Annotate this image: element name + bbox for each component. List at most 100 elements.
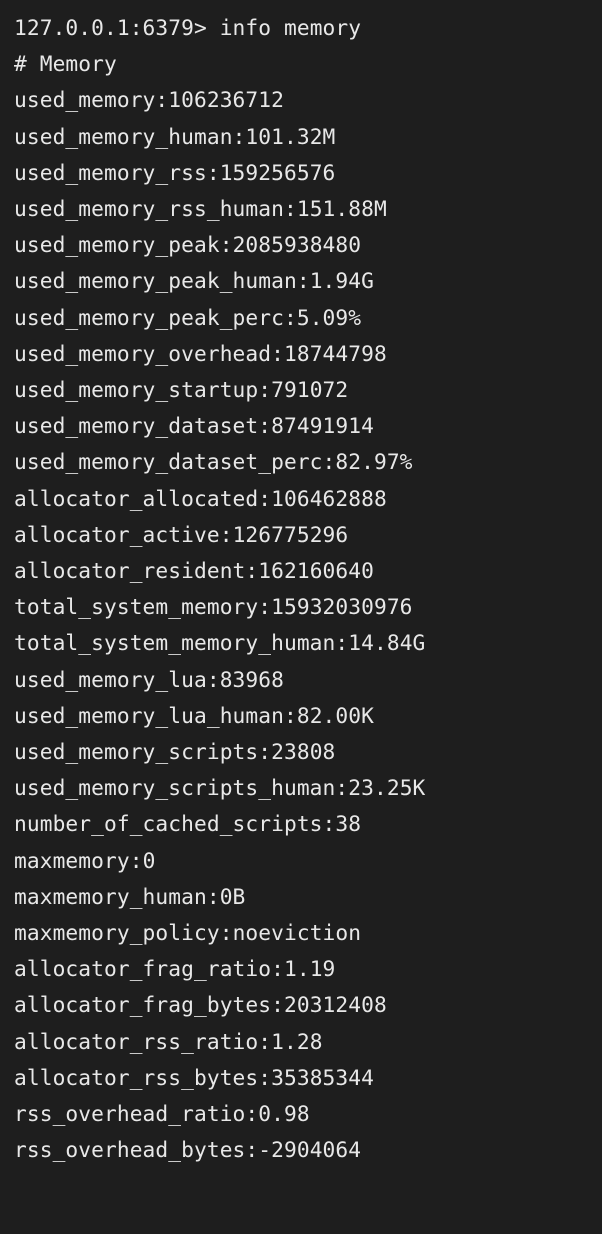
metric-line: used_memory_dataset:87491914 (14, 408, 588, 444)
metric-line: used_memory_peak_human:1.94G (14, 263, 588, 299)
metric-line: rss_overhead_bytes:-2904064 (14, 1132, 588, 1168)
metric-line: used_memory_dataset_perc:82.97% (14, 444, 588, 480)
metric-value: 0B (220, 884, 246, 909)
metric-value: 18744798 (284, 341, 387, 366)
metric-separator: : (335, 775, 348, 800)
metric-separator: : (258, 377, 271, 402)
metric-key: used_memory (14, 87, 155, 112)
metric-line: maxmemory_human:0B (14, 879, 588, 915)
metric-key: used_memory_rss_human (14, 196, 284, 221)
metric-separator: : (155, 87, 168, 112)
metric-line: total_system_memory:15932030976 (14, 589, 588, 625)
metric-separator: : (284, 305, 297, 330)
metric-separator: : (207, 884, 220, 909)
metric-line: used_memory_lua:83968 (14, 662, 588, 698)
metric-separator: : (258, 594, 271, 619)
metric-key: allocator_allocated (14, 486, 258, 511)
metric-line: used_memory:106236712 (14, 82, 588, 118)
metric-key: used_memory_dataset_perc (14, 449, 323, 474)
metric-value: 82.97% (335, 449, 412, 474)
metric-key: used_memory_peak_perc (14, 305, 284, 330)
metric-line: used_memory_scripts_human:23.25K (14, 770, 588, 806)
metric-separator: : (284, 196, 297, 221)
metric-separator: : (271, 992, 284, 1017)
metric-line: allocator_frag_bytes:20312408 (14, 987, 588, 1023)
metric-value: 14.84G (348, 630, 425, 655)
metric-key: maxmemory_human (14, 884, 207, 909)
metric-value: 101.32M (245, 124, 335, 149)
metric-line: used_memory_peak:2085938480 (14, 227, 588, 263)
metric-key: number_of_cached_scripts (14, 811, 323, 836)
metric-key: used_memory_peak_human (14, 268, 297, 293)
metric-line: allocator_frag_ratio:1.19 (14, 951, 588, 987)
metric-separator: : (207, 160, 220, 185)
metric-key: used_memory_peak (14, 232, 220, 257)
metric-value: 106462888 (271, 486, 387, 511)
metric-key: allocator_active (14, 522, 220, 547)
metric-value: 23808 (271, 739, 335, 764)
metric-separator: : (271, 956, 284, 981)
metric-value: 0 (143, 848, 156, 873)
metric-separator: : (335, 630, 348, 655)
prompt-line: 127.0.0.1:6379> info memory (14, 10, 588, 46)
metric-separator: : (245, 1101, 258, 1126)
metric-separator: : (258, 739, 271, 764)
section-header: # Memory (14, 51, 117, 76)
metric-key: used_memory_rss (14, 160, 207, 185)
metric-value: 1.94G (310, 268, 374, 293)
metric-value: 1.19 (284, 956, 335, 981)
metric-value: 15932030976 (271, 594, 412, 619)
metric-separator: : (245, 1137, 258, 1162)
metric-line: used_memory_startup:791072 (14, 372, 588, 408)
metric-value: 0.98 (258, 1101, 309, 1126)
metric-separator: : (130, 848, 143, 873)
metric-key: allocator_rss_ratio (14, 1029, 258, 1054)
metric-separator: : (258, 486, 271, 511)
command: info memory (220, 15, 361, 40)
metric-key: rss_overhead_bytes (14, 1137, 245, 1162)
metric-key: total_system_memory_human (14, 630, 335, 655)
metric-key: allocator_rss_bytes (14, 1065, 258, 1090)
metric-value: 791072 (271, 377, 348, 402)
metrics-list: used_memory:106236712used_memory_human:1… (14, 82, 588, 1168)
metric-value: 87491914 (271, 413, 374, 438)
metric-separator: : (323, 449, 336, 474)
metric-line: allocator_resident:162160640 (14, 553, 588, 589)
metric-value: 159256576 (220, 160, 336, 185)
metric-line: used_memory_human:101.32M (14, 119, 588, 155)
metric-value: 38 (335, 811, 361, 836)
metric-value: 2085938480 (233, 232, 362, 257)
metric-line: maxmemory:0 (14, 843, 588, 879)
metric-line: used_memory_peak_perc:5.09% (14, 300, 588, 336)
metric-separator: : (220, 522, 233, 547)
metric-value: 35385344 (271, 1065, 374, 1090)
metric-key: used_memory_scripts (14, 739, 258, 764)
metric-line: used_memory_scripts:23808 (14, 734, 588, 770)
metric-separator: : (258, 1065, 271, 1090)
metric-value: noeviction (233, 920, 362, 945)
metric-key: total_system_memory (14, 594, 258, 619)
metric-value: 83968 (220, 667, 284, 692)
metric-value: 151.88M (297, 196, 387, 221)
metric-separator: : (323, 811, 336, 836)
metric-value: -2904064 (258, 1137, 361, 1162)
metric-line: used_memory_rss_human:151.88M (14, 191, 588, 227)
metric-separator: : (220, 232, 233, 257)
metric-key: used_memory_dataset (14, 413, 258, 438)
metric-separator: : (271, 341, 284, 366)
metric-line: rss_overhead_ratio:0.98 (14, 1096, 588, 1132)
metric-key: used_memory_startup (14, 377, 258, 402)
terminal-output[interactable]: 127.0.0.1:6379> info memory # Memory used_… (0, 0, 602, 1234)
metric-line: maxmemory_policy:noeviction (14, 915, 588, 951)
metric-value: 1.28 (271, 1029, 322, 1054)
metric-separator: : (220, 920, 233, 945)
metric-separator: : (258, 413, 271, 438)
metric-separator: : (245, 558, 258, 583)
metric-line: allocator_allocated:106462888 (14, 481, 588, 517)
metric-value: 23.25K (348, 775, 425, 800)
metric-line: used_memory_lua_human:82.00K (14, 698, 588, 734)
metric-key: maxmemory_policy (14, 920, 220, 945)
metric-key: allocator_frag_bytes (14, 992, 271, 1017)
metric-line: allocator_rss_ratio:1.28 (14, 1024, 588, 1060)
metric-line: allocator_active:126775296 (14, 517, 588, 553)
